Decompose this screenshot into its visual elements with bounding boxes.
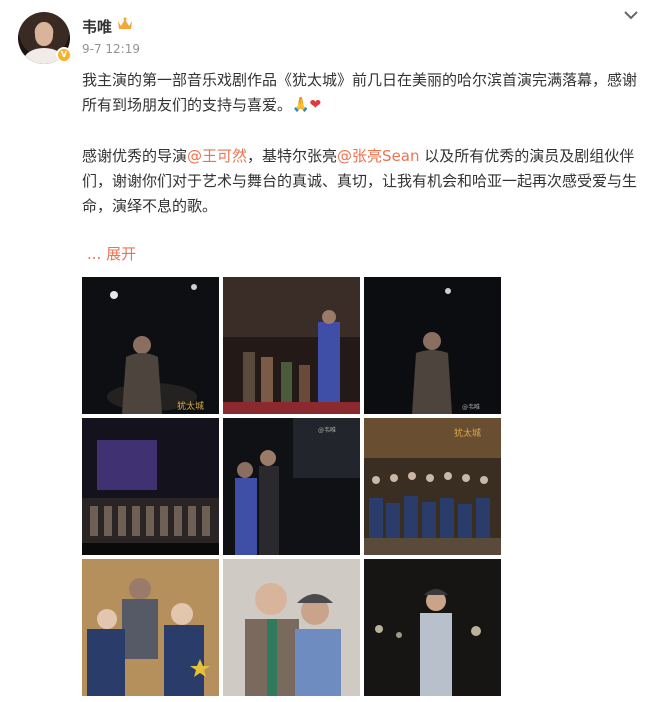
heart-emoji: ❤ — [309, 97, 322, 113]
watermark: @韦唯 — [462, 403, 480, 411]
poster-logo: 犹太城 — [454, 427, 481, 439]
weibo-post: V 韦唯 9-7 12:19 我主演的第一部音乐戏剧作品《犹太城》前几日在美丽的… — [0, 0, 660, 702]
pray-emoji: 🙏 — [292, 97, 310, 113]
author-name[interactable]: 韦唯 — [82, 16, 112, 37]
post-paragraph-2: 感谢优秀的导演@王可然，基特尔张亮@张亮Sean 以及所有优秀的演员及剧组伙伴们… — [82, 144, 642, 219]
poster-logo: 犹太城 — [177, 400, 204, 412]
photo-curtain-call[interactable] — [82, 418, 219, 555]
photo-duet[interactable]: @韦唯 — [223, 418, 360, 555]
mention-link[interactable]: @张亮Sean — [337, 147, 419, 165]
mention-link[interactable]: @王可然 — [187, 147, 247, 165]
photo-backstage[interactable] — [364, 559, 501, 696]
verified-badge-icon: V — [56, 47, 72, 63]
photo-stage-ensemble-1[interactable] — [223, 277, 360, 414]
paragraph-2-middle: ，基特尔张亮 — [247, 147, 338, 165]
photo-kids[interactable] — [82, 559, 219, 696]
post-paragraph-1: 我主演的第一部音乐戏剧作品《犹太城》前几日在美丽的哈尔滨首演完满落幕，感谢所有到… — [82, 68, 642, 118]
paragraph-2-prefix: 感谢优秀的导演 — [82, 147, 188, 165]
photo-stage-solo-2[interactable]: @韦唯 — [364, 277, 501, 414]
photo-group-cast[interactable]: 犹太城 — [364, 418, 501, 555]
expand-link[interactable]: ... 展开 — [87, 243, 136, 264]
post-timestamp[interactable]: 9-7 12:19 — [82, 42, 140, 56]
watermark: @韦唯 — [318, 426, 336, 434]
crown-icon — [118, 17, 132, 29]
paragraph-1-text: 我主演的第一部音乐戏剧作品《犹太城》前几日在美丽的哈尔滨首演完满落幕，感谢所有到… — [82, 71, 638, 114]
photo-stage-solo-1[interactable]: 犹太城 — [82, 277, 219, 414]
photo-with-director[interactable] — [223, 559, 360, 696]
chevron-down-icon[interactable] — [622, 8, 640, 22]
